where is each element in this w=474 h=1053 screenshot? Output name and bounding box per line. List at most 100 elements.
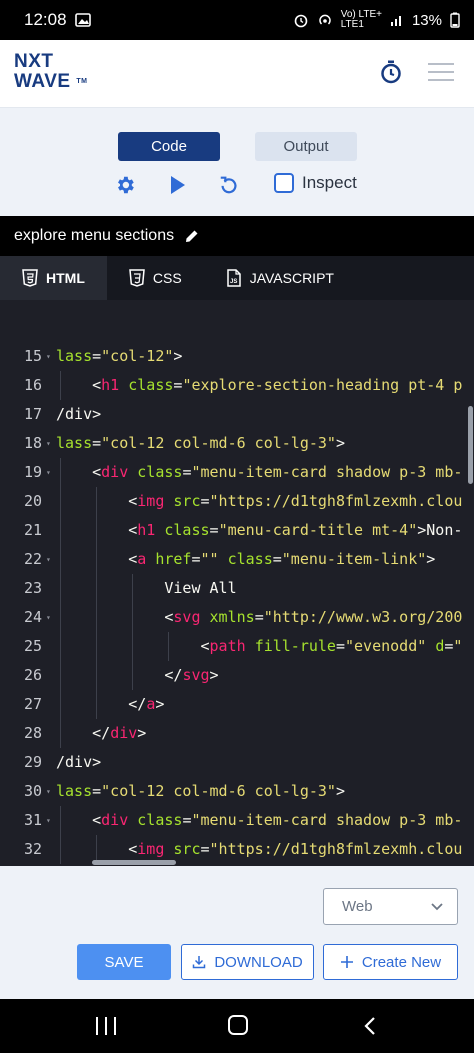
save-button[interactable]: SAVE: [77, 944, 171, 980]
nxtwave-logo[interactable]: NXT WAVE TM: [14, 52, 87, 92]
code-text: <svg xmlns="http://www.w3.org/200: [56, 608, 463, 626]
inspect-checkbox[interactable]: [274, 173, 294, 193]
code-line[interactable]: 22 ▾ <a href="" class="menu-item-link">: [0, 545, 474, 574]
pencil-icon[interactable]: [184, 228, 200, 244]
code-text: </a>: [56, 695, 165, 713]
line-number: 27: [23, 695, 42, 713]
code-text: <h1 class="menu-card-title mt-4">Non-: [56, 521, 463, 539]
line-number: 32: [23, 840, 42, 858]
download-icon: [193, 956, 206, 969]
code-line[interactable]: 26 </svg>: [0, 661, 474, 690]
line-number: 19: [23, 463, 42, 481]
code-line[interactable]: 31 ▾ <div class="menu-item-card shadow p-…: [0, 806, 474, 835]
inspect-toggle[interactable]: Inspect: [274, 173, 357, 193]
output-tab-button[interactable]: Output: [255, 132, 357, 161]
alarm-icon: [294, 14, 308, 28]
android-nav-bar: [0, 999, 474, 1053]
fold-arrow-icon[interactable]: ▾: [46, 603, 51, 632]
create-new-button[interactable]: Create New: [323, 944, 458, 980]
fold-arrow-icon[interactable]: ▾: [46, 545, 51, 574]
fold-arrow-icon[interactable]: ▾: [46, 806, 51, 835]
code-line[interactable]: 19 ▾ <div class="menu-item-card shadow p-…: [0, 458, 474, 487]
timer-icon[interactable]: [380, 60, 402, 84]
line-number: 17: [23, 405, 42, 423]
code-line[interactable]: 29/div>: [0, 748, 474, 777]
code-text: <a href="" class="menu-item-link">: [56, 550, 436, 568]
line-number: 22: [23, 550, 42, 568]
platform-select[interactable]: Web: [323, 888, 458, 925]
code-line[interactable]: 25 <path fill-rule="evenodd" d=": [0, 632, 474, 661]
code-text: <div class="menu-item-card shadow p-3 mb…: [56, 811, 463, 829]
recent-apps-icon[interactable]: [96, 1017, 116, 1035]
line-number: 25: [23, 637, 42, 655]
tab-css[interactable]: CSS: [107, 256, 204, 300]
line-number: 21: [23, 521, 42, 539]
fold-arrow-icon[interactable]: ▾: [46, 777, 51, 806]
line-number: 28: [23, 724, 42, 742]
code-line[interactable]: 30 ▾ lass="col-12 col-md-6 col-lg-3">: [0, 777, 474, 806]
line-number: 24: [23, 608, 42, 626]
code-line[interactable]: 17/div>: [0, 400, 474, 429]
line-number: 23: [23, 579, 42, 597]
project-title-bar: explore menu sections: [0, 216, 474, 256]
code-text: <img src="https://d1tgh8fmlzexmh.clou: [56, 492, 463, 510]
fold-arrow-icon[interactable]: ▾: [46, 429, 51, 458]
play-icon[interactable]: [166, 174, 188, 196]
line-number: 18: [23, 434, 42, 452]
reset-icon[interactable]: [218, 174, 240, 196]
line-number: 30: [23, 782, 42, 800]
vertical-scrollbar[interactable]: [468, 406, 473, 484]
bottom-actions: Web SAVE DOWNLOAD Create New: [0, 866, 474, 999]
code-text: </svg>: [56, 666, 219, 684]
code-text: lass="col-12">: [56, 347, 183, 365]
chevron-down-icon: [431, 902, 443, 910]
code-text: /div>: [56, 405, 102, 423]
battery-icon: [450, 12, 460, 28]
code-line[interactable]: 24 ▾ <svg xmlns="http://www.w3.org/200: [0, 603, 474, 632]
css3-icon: [129, 269, 145, 287]
line-number: 29: [23, 753, 42, 771]
code-text: </div>: [56, 724, 147, 742]
code-line[interactable]: 15 ▾ lass="col-12">: [0, 342, 474, 371]
code-text: <div class="menu-item-card shadow p-3 mb…: [56, 463, 463, 481]
home-icon[interactable]: [228, 1015, 248, 1035]
svg-text:JS: JS: [230, 279, 237, 285]
code-line[interactable]: 23 View All: [0, 574, 474, 603]
code-line[interactable]: 32 <img src="https://d1tgh8fmlzexmh.clou: [0, 835, 474, 864]
js-file-icon: JS: [226, 269, 241, 287]
code-text: /div>: [56, 753, 102, 771]
tab-html[interactable]: HTML: [0, 256, 107, 300]
line-number: 26: [23, 666, 42, 684]
status-icons: Vo) LTE+ LTE1 13%: [293, 10, 460, 30]
battery-percent: 13%: [411, 11, 442, 29]
app-header: NXT WAVE TM: [0, 40, 474, 108]
signal-icon: [390, 16, 401, 26]
code-editor[interactable]: 15 ▾ lass="col-12"> 16 <h1 class="explore-s…: [0, 300, 474, 866]
image-icon: [74, 13, 91, 27]
code-line[interactable]: 21 <h1 class="menu-card-title mt-4">Non-: [0, 516, 474, 545]
line-number: 16: [23, 376, 42, 394]
line-number: 15: [23, 347, 42, 365]
code-text: lass="col-12 col-md-6 col-lg-3">: [56, 782, 345, 800]
fold-arrow-icon[interactable]: ▾: [46, 458, 51, 487]
horizontal-scrollbar[interactable]: [92, 860, 176, 865]
code-tab-button[interactable]: Code: [118, 132, 220, 161]
code-line[interactable]: 27 </a>: [0, 690, 474, 719]
tab-javascript[interactable]: JS JAVASCRIPT: [204, 256, 356, 300]
code-line[interactable]: 20 <img src="https://d1tgh8fmlzexmh.clou: [0, 487, 474, 516]
html5-icon: [22, 269, 38, 287]
status-time: 12:08: [24, 10, 67, 29]
code-line[interactable]: 28 </div>: [0, 719, 474, 748]
code-text: <h1 class="explore-section-heading pt-4 …: [56, 376, 463, 394]
language-tabs: HTML CSS JS JAVASCRIPT: [0, 256, 474, 300]
line-number: 20: [23, 492, 42, 510]
code-text: <path fill-rule="evenodd" d=": [56, 637, 463, 655]
download-button[interactable]: DOWNLOAD: [181, 944, 314, 980]
code-line[interactable]: 16 <h1 class="explore-section-heading pt…: [0, 371, 474, 400]
gear-icon[interactable]: [114, 174, 136, 196]
back-icon[interactable]: [363, 1016, 377, 1036]
code-line[interactable]: 18 ▾ lass="col-12 col-md-6 col-lg-3">: [0, 429, 474, 458]
fold-arrow-icon[interactable]: ▾: [46, 342, 51, 371]
hamburger-menu-icon[interactable]: [428, 63, 454, 81]
editor-controls: Code Output Inspect: [0, 108, 474, 216]
